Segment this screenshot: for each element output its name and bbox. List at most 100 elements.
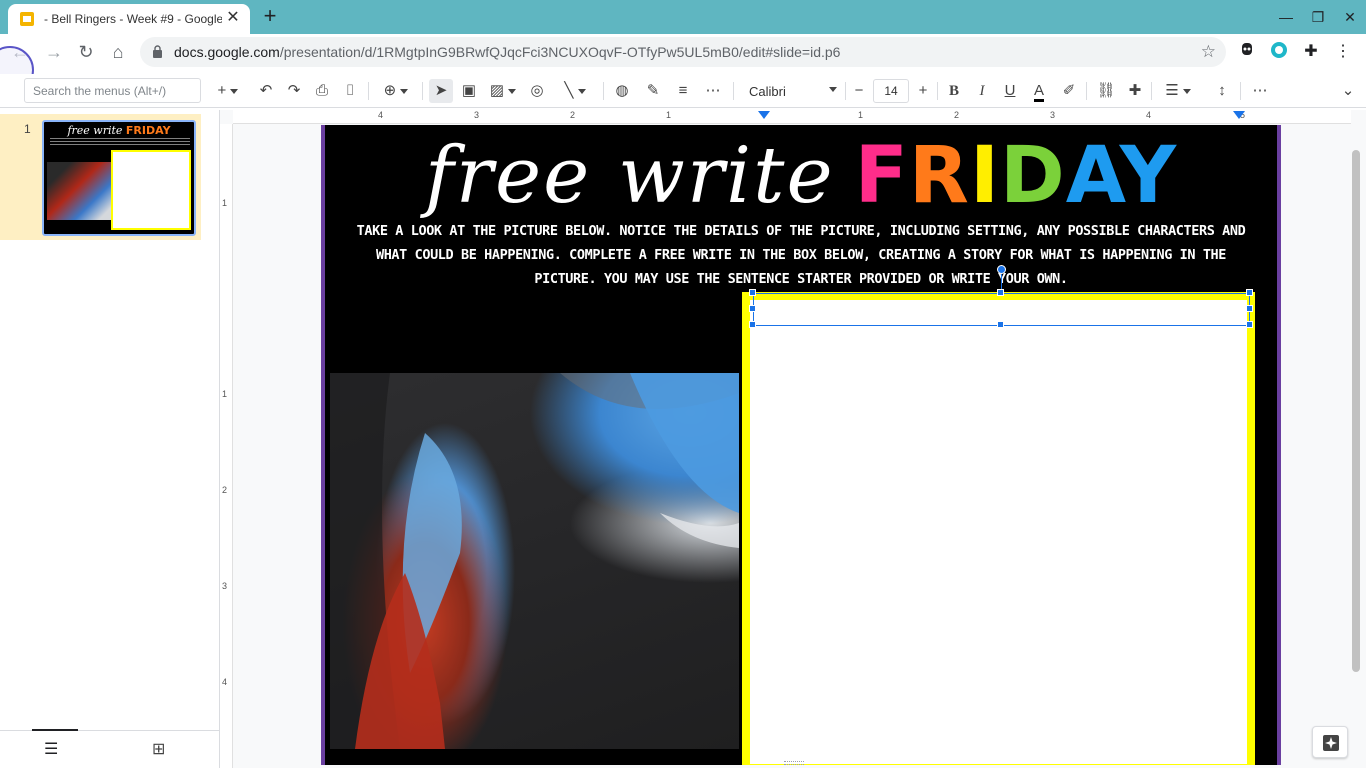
- slide-thumbnail[interactable]: free write FRIDAY: [42, 120, 196, 236]
- border-dash-icon[interactable]: ⋯: [701, 79, 725, 103]
- resize-handle-sw[interactable]: [749, 321, 756, 328]
- border-color-icon[interactable]: ✎: [641, 79, 665, 103]
- browser-nav-bar: ← → ↻ ⌂ docs.google.com/presentation/d/1…: [0, 34, 1366, 70]
- line-spacing-icon[interactable]: ↕: [1210, 79, 1234, 103]
- resize-handle-n[interactable]: [997, 289, 1004, 296]
- filmstrip-slide-item[interactable]: 1 free write FRIDAY: [0, 114, 201, 240]
- undo-icon[interactable]: ↶: [254, 79, 278, 103]
- font-size-input[interactable]: 14: [873, 79, 909, 103]
- free-write-box[interactable]: [742, 292, 1255, 765]
- ruler-mark: 3: [474, 110, 480, 120]
- toolbar-divider: [1086, 82, 1087, 100]
- toolbar-divider: [368, 82, 369, 100]
- italic-icon[interactable]: I: [971, 79, 993, 103]
- browser-tab[interactable]: - Bell Ringers - Week #9 - Google Slides…: [8, 4, 250, 34]
- toolbar-divider: [845, 82, 846, 100]
- redo-icon[interactable]: ↷: [282, 79, 306, 103]
- font-family-value: Calibri: [749, 84, 786, 99]
- window-close-button[interactable]: ✕: [1338, 6, 1362, 28]
- minimize-button[interactable]: —: [1274, 6, 1298, 28]
- border-weight-icon[interactable]: ≡: [671, 79, 695, 103]
- browser-tab-strip: - Bell Ringers - Week #9 - Google Slides…: [0, 0, 1366, 34]
- line-caret-icon: [577, 88, 586, 94]
- explore-sparkle-icon: [1323, 735, 1339, 751]
- resize-handle-e[interactable]: [1246, 305, 1253, 312]
- explore-button[interactable]: [1312, 726, 1348, 758]
- slide-canvas[interactable]: free write FRIDAY Take a look at the pict…: [321, 125, 1281, 765]
- underline-icon[interactable]: U: [999, 79, 1021, 103]
- toolbar-divider: [733, 82, 734, 100]
- extension-spy-icon[interactable]: [1236, 41, 1258, 63]
- resize-handle-nw[interactable]: [749, 289, 756, 296]
- friday-letter: Y: [1119, 131, 1178, 221]
- tab-title: - Bell Ringers - Week #9 - Google Slides: [44, 12, 222, 26]
- title-free-write: free write: [424, 131, 835, 221]
- highlight-color-icon[interactable]: ✐: [1058, 79, 1080, 103]
- speaker-notes-drag-handle[interactable]: [784, 761, 804, 765]
- zoom-button[interactable]: ⊕: [376, 79, 416, 103]
- right-indent-marker[interactable]: [1233, 111, 1245, 119]
- chrome-menu-icon[interactable]: ⋮: [1332, 41, 1354, 63]
- friday-letter: D: [1000, 131, 1066, 221]
- text-box-icon[interactable]: ▣: [457, 79, 481, 103]
- select-cursor-icon[interactable]: ➤: [429, 79, 453, 103]
- line-button[interactable]: ╲: [555, 79, 595, 103]
- ruler-mark: 1: [222, 198, 228, 208]
- url-text: docs.google.com/presentation/d/1RMgtpInG…: [174, 44, 840, 60]
- paint-format-icon[interactable]: ⌷: [338, 79, 362, 103]
- new-slide-caret-icon[interactable]: [230, 88, 239, 94]
- bookmark-star-icon[interactable]: ☆: [1201, 42, 1216, 62]
- bold-icon[interactable]: B: [943, 79, 965, 103]
- insert-link-icon[interactable]: ⛓: [1094, 79, 1118, 103]
- lock-icon: [153, 45, 162, 58]
- menu-search-input[interactable]: Search the menus (Alt+/): [24, 78, 201, 103]
- insert-image-caret-icon: [508, 88, 517, 94]
- filmstrip-view-icon[interactable]: ☰: [44, 739, 58, 759]
- forward-button[interactable]: →: [40, 38, 68, 66]
- print-icon[interactable]: ⎙: [310, 79, 334, 103]
- address-bar[interactable]: docs.google.com/presentation/d/1RMgtpInG…: [140, 37, 1226, 67]
- slide-title[interactable]: free write FRIDAY: [325, 131, 1277, 221]
- font-family-caret-icon: [829, 87, 837, 92]
- insert-image-button[interactable]: ▨: [485, 79, 521, 103]
- restore-button[interactable]: ❐: [1306, 6, 1330, 28]
- ruler-mark: 2: [570, 110, 576, 120]
- decrease-font-size-icon[interactable]: −: [849, 79, 869, 103]
- vertical-scrollbar[interactable]: [1352, 150, 1360, 672]
- resize-handle-se[interactable]: [1246, 321, 1253, 328]
- rotation-handle[interactable]: [997, 265, 1006, 274]
- url-host: docs.google.com: [174, 44, 280, 60]
- instructions-text[interactable]: Take a look at the picture below. Notice…: [353, 219, 1249, 291]
- shape-icon[interactable]: ◎: [525, 79, 549, 103]
- zoom-caret-icon: [400, 88, 409, 94]
- friday-letter: F: [854, 131, 909, 221]
- ruler-mark: 3: [1050, 110, 1056, 120]
- resize-handle-w[interactable]: [749, 305, 756, 312]
- more-options-icon[interactable]: ⋯: [1248, 79, 1272, 103]
- grid-view-icon[interactable]: ⊞: [152, 739, 165, 759]
- home-button[interactable]: ⌂: [104, 38, 132, 66]
- add-comment-icon[interactable]: ✚: [1123, 79, 1147, 103]
- font-family-select[interactable]: Calibri: [741, 79, 841, 103]
- resize-handle-s[interactable]: [997, 321, 1004, 328]
- ruler-mark: 1: [858, 110, 864, 120]
- new-slide-button[interactable]: +: [210, 79, 246, 103]
- resize-handle-ne[interactable]: [1246, 289, 1253, 296]
- active-view-indicator: [32, 729, 78, 731]
- extensions-puzzle-icon[interactable]: ✚: [1300, 41, 1322, 63]
- editor-canvas: 4 3 2 1 1 2 3 4 5 1 1 2 3 4 free write FR…: [220, 110, 1366, 768]
- fill-color-icon[interactable]: ◍: [610, 79, 634, 103]
- thumbnail-text-lines: [50, 138, 190, 146]
- extension-teal-icon[interactable]: [1268, 41, 1290, 63]
- tab-close-icon[interactable]: ✕: [224, 9, 242, 27]
- collapse-toolbar-icon[interactable]: ⌄: [1336, 79, 1360, 103]
- new-tab-button[interactable]: +: [258, 5, 282, 29]
- airplane-window-photo[interactable]: [330, 373, 739, 749]
- friday-letter: I: [969, 131, 1001, 221]
- ruler-mark: 4: [378, 110, 384, 120]
- align-button[interactable]: ☰: [1160, 79, 1196, 103]
- increase-font-size-icon[interactable]: +: [913, 79, 933, 103]
- reload-button[interactable]: ↻: [72, 38, 100, 66]
- left-indent-marker[interactable]: [758, 111, 770, 119]
- text-color-icon[interactable]: A: [1028, 79, 1050, 103]
